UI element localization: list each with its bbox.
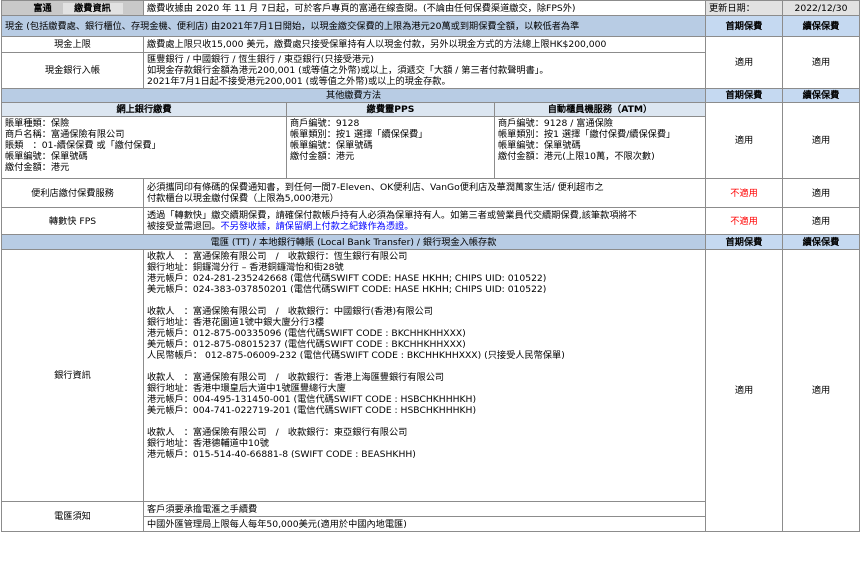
update-date: 2022/12/30	[782, 0, 860, 16]
transfer-first: 適用	[705, 249, 783, 532]
fps-first: 不適用	[705, 207, 783, 235]
methods-first: 適用	[705, 102, 783, 179]
transfer-band: 電匯 (TT) / 本地銀行轉賬 (Local Bank Transfer) /…	[1, 234, 706, 250]
atm-title: 自動櫃員機服務（ATM）	[494, 102, 706, 117]
wire-note-fee: 客戶須要承擔電滙之手續費	[143, 501, 706, 517]
wire-note-limit: 中國外匯管理局上限每人每年50,000美元(適用於中國內地電匯)	[143, 516, 706, 532]
online-banking-title: 網上銀行繳費	[1, 102, 287, 117]
pps-details: 商戶編號：9128 帳單類別：按1 選擇「續保保費」 帳單編號：保單號碼 繳付金…	[286, 116, 495, 179]
online-banking-details: 賬單種類：保險 商戶名稱：富通保險有限公司 賬類 ：01-續保保費 或「繳付保費…	[1, 116, 287, 179]
bank-info-details: 收款人 ：富通保險有限公司 / 收款銀行：恆生銀行有限公司 銀行地址：銅鑼灣分行…	[143, 249, 706, 502]
cash-band: 現金 (包括繳費處、銀行櫃位、存現金機、便利店) 由2021年7月1日開始，以現…	[1, 15, 706, 37]
pps-title: 繳費靈PPS	[286, 102, 495, 117]
cash-bank-text: 匯豐銀行 / 中國銀行 / 恆生銀行 / 東亞銀行(只接受港元) 如現金存款銀行…	[143, 52, 706, 89]
convenience-store-label: 便利店繳付保費服務	[1, 178, 144, 208]
methods-renew: 適用	[782, 102, 860, 179]
update-date-label: 更新日期：	[705, 0, 783, 16]
cash-limit-label: 現金上限	[1, 36, 144, 53]
cash-bank-first: 適用	[705, 36, 783, 89]
atm-details: 商戶編號：9128 / 富通保險 帳單類別：按1 選擇「繳付保費/續保保費」 帳…	[494, 116, 706, 179]
store-first: 不適用	[705, 178, 783, 208]
payment-info-table: 富通 繳費資訊 繳費收據由 2020 年 11 月 7日起，可於客戶專頁的富通在線…	[1, 0, 860, 532]
fps-renew: 適用	[782, 207, 860, 235]
col-first-premium-2: 首期保費	[705, 88, 783, 103]
bank-info-label: 銀行資訊	[1, 249, 144, 502]
cash-bank-renew: 適用	[782, 36, 860, 89]
col-first-premium-3: 首期保費	[705, 234, 783, 250]
section-title: 繳費資訊	[62, 2, 123, 14]
store-renew: 適用	[782, 178, 860, 208]
other-methods-band: 其他繳費方法	[1, 88, 706, 103]
company-name: 富通 繳費資訊	[1, 0, 144, 16]
receipt-notice: 繳費收據由 2020 年 11 月 7日起，可於客戶專頁的富通在線查閱。(不論由…	[143, 0, 706, 16]
wire-notes-label: 電匯須知	[1, 501, 144, 532]
col-renewal-premium-2: 續保保費	[782, 88, 860, 103]
fps-label: 轉數快 FPS	[1, 207, 144, 235]
fps-receipt-warning: 不另發收據，請保留網上付款之紀錄作為憑證。	[220, 221, 414, 232]
fps-text: 透過「轉數快」繳交續期保費，請確保付款帳戶持有人必須為保單持有人。如第三者或營業…	[143, 207, 706, 235]
convenience-store-text: 必須攜同印有條碼的保費通知書，到任何一間7-Eleven、OK便利店、VanGo…	[143, 178, 706, 208]
transfer-renew: 適用	[782, 249, 860, 532]
col-first-premium: 首期保費	[705, 15, 783, 37]
cash-limit-text: 繳費處上限只收15,000 美元，繳費處只接受保單持有人以現金付款，另外以現金方…	[143, 36, 706, 53]
col-renewal-premium-3: 續保保費	[782, 234, 860, 250]
col-renewal-premium: 續保保費	[782, 15, 860, 37]
cash-bank-label: 現金銀行入帳	[1, 52, 144, 89]
